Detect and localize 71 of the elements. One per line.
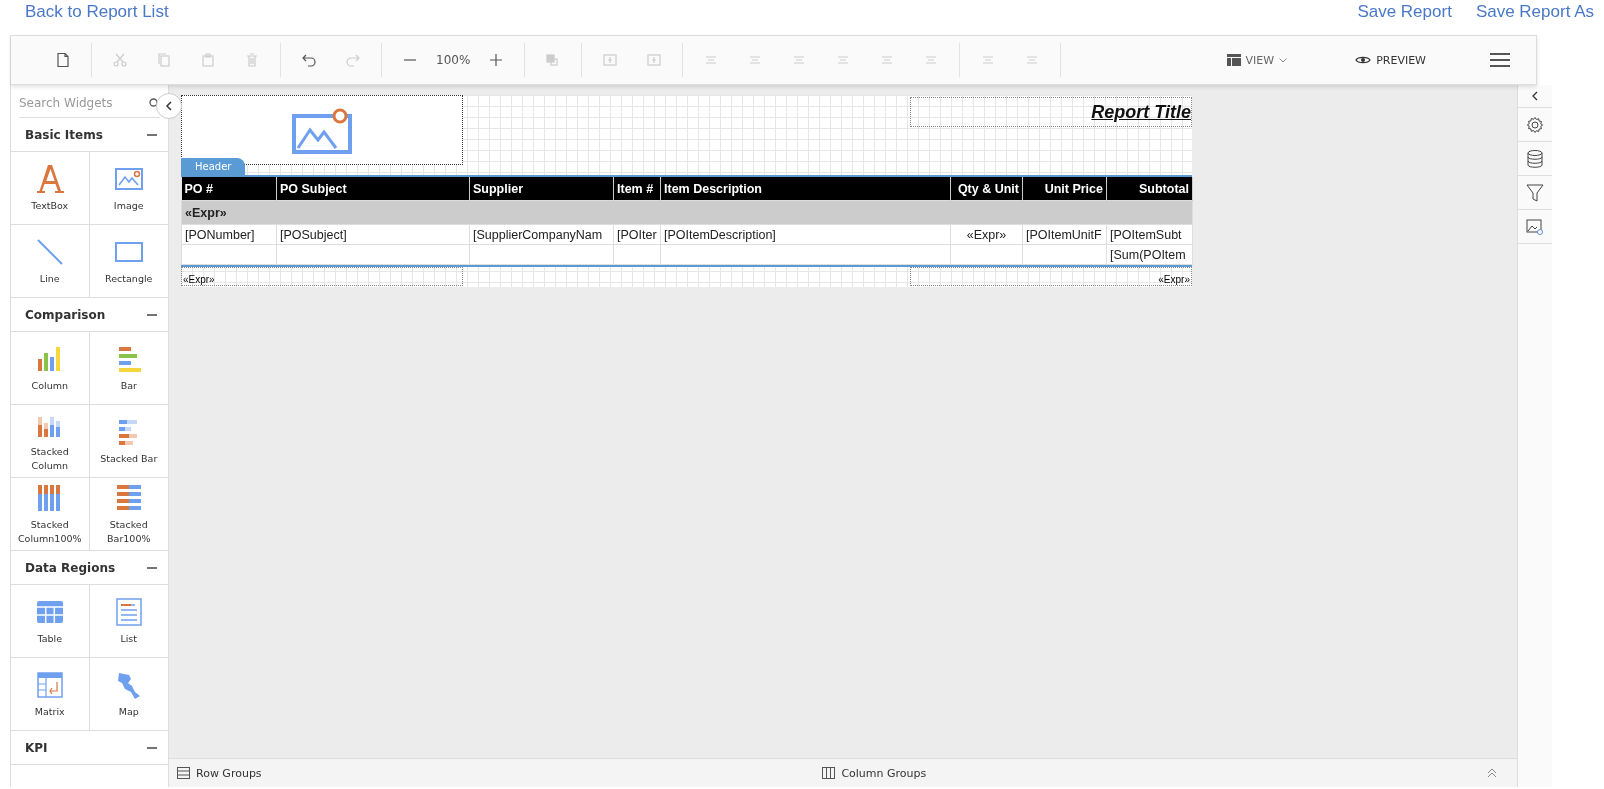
caret-icon: [1279, 57, 1288, 63]
column-header: Subtotal: [1106, 177, 1193, 201]
image-icon: [292, 106, 352, 154]
widget-item[interactable]: TextBox: [11, 152, 90, 225]
column-header: PO #: [181, 177, 277, 201]
back-link[interactable]: Back to Report List: [25, 0, 169, 24]
widget-label: Map: [118, 705, 139, 719]
group-row: «Expr»: [181, 200, 1193, 225]
chevron-left-icon: [165, 101, 173, 111]
table-cell: [PONumber]: [181, 224, 277, 245]
widget-label: Column: [31, 379, 68, 393]
title-textbox[interactable]: Report Title: [910, 97, 1192, 127]
widget-item[interactable]: Line: [11, 225, 90, 298]
widget-item[interactable]: List: [89, 585, 168, 658]
save-link[interactable]: Save Report As: [1475, 0, 1594, 24]
column-header: Item #: [613, 177, 661, 201]
rows-icon: [177, 767, 190, 779]
widget-item[interactable]: Rectangle: [89, 225, 168, 298]
widget-item[interactable]: Map: [89, 658, 168, 731]
footer-expression: «Expr»: [182, 274, 216, 285]
column-header: Unit Price: [1022, 177, 1107, 201]
widget-label: TextBox: [31, 199, 69, 213]
widget-item[interactable]: Stacked Bar100%: [89, 478, 168, 551]
footer-textbox[interactable]: «Expr»: [181, 267, 463, 286]
widget-label: Bar: [120, 379, 137, 393]
column-groups-tab[interactable]: Column Groups: [822, 766, 927, 780]
column-header: PO Subject: [276, 177, 470, 201]
widget-label: Stacked Column100%: [16, 518, 83, 546]
database-icon: [1527, 149, 1543, 168]
row-groups-tab[interactable]: Row Groups: [177, 766, 262, 780]
widget-item[interactable]: Table: [11, 585, 90, 658]
widget-label: Line: [39, 272, 60, 286]
widget-label: Stacked Column: [29, 445, 70, 473]
search-field[interactable]: Search Widgets: [19, 96, 134, 110]
column-header: Qty & Unit: [950, 177, 1023, 201]
image-settings-icon: [1526, 218, 1544, 235]
view-button[interactable]: VIEW: [1222, 49, 1292, 71]
section-title: Basic Items: [25, 127, 103, 142]
preview-button[interactable]: PREVIEW: [1351, 49, 1430, 71]
widget-item[interactable]: Column: [11, 332, 90, 405]
eye-icon: [1355, 55, 1372, 65]
widget-label: Stacked Bar: [100, 452, 158, 466]
save-link[interactable]: Save Report: [1357, 0, 1452, 24]
widget-label: List: [120, 632, 138, 646]
widget-item[interactable]: Stacked Column100%: [11, 478, 90, 551]
widget-label: Table: [37, 632, 63, 646]
settings-icon: [1526, 115, 1544, 134]
widget-label: Stacked Bar100%: [106, 518, 152, 546]
widget-item[interactable]: Stacked Bar: [89, 405, 168, 478]
report-title: Report Title: [1091, 101, 1191, 123]
widget-item[interactable]: Image: [89, 152, 168, 225]
section-title: Data Regions: [25, 560, 116, 575]
widget-item[interactable]: Matrix: [11, 658, 90, 731]
widget-label: Matrix: [34, 705, 65, 719]
widget-item[interactable]: Bar: [89, 332, 168, 405]
widget-item[interactable]: Stacked Column: [11, 405, 90, 478]
footer-expression: «Expr»: [1157, 274, 1191, 285]
widget-label: Image: [113, 199, 144, 213]
layout-icon: [1226, 54, 1241, 66]
widget-label: Rectangle: [105, 272, 153, 286]
column-header: Item Description: [660, 177, 951, 201]
section-title: KPI: [25, 740, 48, 755]
zoom-value: 100%: [436, 53, 471, 67]
expand-up-icon[interactable]: [1487, 768, 1497, 778]
columns-icon: [822, 767, 836, 779]
footer-textbox[interactable]: «Expr»: [910, 267, 1192, 286]
section-title: Comparison: [25, 307, 106, 322]
filter-icon: [1526, 183, 1544, 202]
column-header: Supplier: [469, 177, 614, 201]
chevron-left-icon: [1531, 91, 1539, 101]
menu-icon[interactable]: [1490, 52, 1510, 68]
